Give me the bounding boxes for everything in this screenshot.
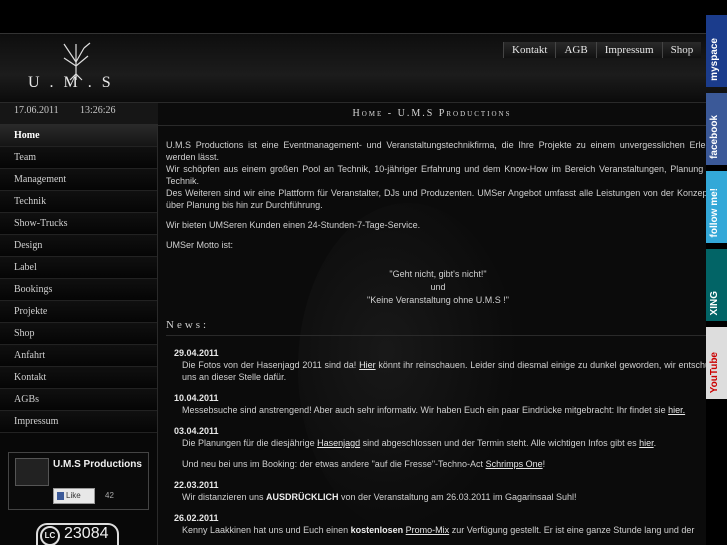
- logo-text: U.M.S: [28, 74, 121, 91]
- news-heading: News:: [166, 319, 210, 331]
- motto-line: "Geht nicht, gibt's nicht!": [389, 269, 487, 279]
- myspace-badge[interactable]: myspace: [706, 15, 727, 87]
- news-list: 29.04.2011 Die Fotos von der Hasenjagd 2…: [174, 347, 706, 545]
- news-emphasis: AUSDRÜCKLICH: [266, 492, 339, 502]
- counter-number: 23084: [64, 525, 109, 542]
- sidebar-item-agbs[interactable]: AGBs: [0, 389, 157, 411]
- news-date: 10.04.2011: [174, 393, 219, 403]
- thumbs-up-icon: [57, 492, 64, 500]
- sidebar-item-shop[interactable]: Shop: [0, 323, 157, 345]
- sidebar-item-projekte[interactable]: Projekte: [0, 301, 157, 323]
- xing-label: XING: [709, 290, 720, 315]
- sidebar-item-management[interactable]: Management: [0, 169, 157, 191]
- twitter-badge[interactable]: follow me!: [706, 171, 727, 243]
- sidebar-item-design[interactable]: Design: [0, 235, 157, 257]
- sidebar-item-impressum[interactable]: Impressum: [0, 411, 157, 433]
- news-link[interactable]: Hasenjagd: [317, 438, 360, 448]
- youtube-badge[interactable]: YouTube: [706, 327, 727, 399]
- sidebar-item-label[interactable]: Label: [0, 257, 157, 279]
- news-text: Wir distanzieren uns: [182, 492, 267, 502]
- current-time: 13:26:26: [80, 105, 116, 116]
- news-link[interactable]: hier: [639, 438, 654, 448]
- news-date: 22.03.2011: [174, 480, 219, 490]
- counter-logo: LC: [40, 526, 60, 545]
- motto-line: und: [430, 282, 446, 292]
- date-bar: 17.06.2011 13:26:26: [0, 103, 158, 125]
- motto-line: "Keine Veranstaltung ohne U.M.S !": [367, 295, 509, 305]
- intro-text: U.M.S Productions ist eine Eventmanageme…: [166, 139, 706, 259]
- news-link[interactable]: Promo-Mix: [406, 525, 450, 535]
- sidebar-item-show-trucks[interactable]: Show-Trucks: [0, 213, 157, 235]
- news-date: 03.04.2011: [174, 426, 219, 436]
- like-label: Like: [66, 491, 81, 500]
- news-entry: Und neu bei uns im Booking: der etwas an…: [174, 458, 706, 470]
- topnav-agb[interactable]: AGB: [555, 42, 596, 58]
- main-content: Home - U.M.S Productions U.M.S Productio…: [158, 103, 706, 545]
- motto: "Geht nicht, gibt's nicht!" und "Keine V…: [158, 268, 706, 307]
- news-date: 29.04.2011: [174, 348, 219, 358]
- facebook-page-name[interactable]: U.M.S Productions: [53, 459, 143, 471]
- page-title: Home - U.M.S Productions: [352, 108, 512, 119]
- news-emphasis: kostenlosen: [350, 525, 404, 535]
- sidebar-item-technik[interactable]: Technik: [0, 191, 157, 213]
- divider: [158, 125, 706, 126]
- news-text: .: [653, 438, 657, 448]
- sidebar-item-team[interactable]: Team: [0, 147, 157, 169]
- news-date: 26.02.2011: [174, 513, 219, 523]
- intro-paragraph: UMSer Motto ist:: [166, 240, 234, 250]
- youtube-label: YouTube: [709, 351, 720, 393]
- news-text: Und neu bei uns im Booking: der etwas an…: [182, 459, 486, 469]
- news-text: Kenny Laakkinen hat uns und Euch einen: [182, 525, 351, 535]
- news-entry: 22.03.2011 Wir distanzieren uns AUSDRÜCK…: [174, 479, 706, 503]
- news-text: sind abgeschlossen und der Termin steht.…: [360, 438, 640, 448]
- top-navigation: Kontakt AGB Impressum Shop: [503, 42, 702, 58]
- topnav-kontakt[interactable]: Kontakt: [503, 42, 556, 58]
- divider: [166, 335, 706, 336]
- news-text: Messebsuche sind anstrengend! Aber auch …: [182, 405, 669, 415]
- page-thumbnail[interactable]: [15, 458, 49, 486]
- twitter-label: follow me!: [709, 187, 720, 237]
- sidebar-item-kontakt[interactable]: Kontakt: [0, 367, 157, 389]
- news-entry: 26.02.2011 Kenny Laakkinen hat uns und E…: [174, 512, 706, 536]
- current-date: 17.06.2011: [14, 105, 59, 116]
- visitor-counter[interactable]: LC 23084: [36, 523, 119, 545]
- intro-paragraph: Wir schöpfen aus einem großen Pool an Te…: [166, 164, 706, 186]
- news-link[interactable]: Hier: [359, 360, 376, 370]
- like-count: 42: [105, 491, 114, 500]
- intro-paragraph: Wir bieten UMSeren Kunden einen 24-Stund…: [166, 220, 421, 230]
- sidebar-item-home[interactable]: Home: [0, 125, 157, 147]
- news-text: Die Fotos von der Hasenjagd 2011 sind da…: [182, 360, 360, 370]
- news-text: von der Veranstaltung am 26.03.2011 im G…: [338, 492, 577, 502]
- xing-badge[interactable]: XING: [706, 249, 727, 321]
- news-link[interactable]: Schrimps One: [486, 459, 543, 469]
- facebook-like-box: U.M.S Productions Like 42: [8, 452, 149, 510]
- news-entry: 29.04.2011 Die Fotos von der Hasenjagd 2…: [174, 347, 706, 383]
- sidebar-item-anfahrt[interactable]: Anfahrt: [0, 345, 157, 367]
- news-text: !: [542, 459, 546, 469]
- topnav-impressum[interactable]: Impressum: [595, 42, 662, 58]
- facebook-label: facebook: [709, 115, 720, 159]
- sidebar-item-bookings[interactable]: Bookings: [0, 279, 157, 301]
- news-entry: 03.04.2011 Die Planungen für die diesjäh…: [174, 425, 706, 449]
- like-button[interactable]: Like: [53, 488, 95, 504]
- intro-paragraph: Des Weiteren sind wir eine Plattform für…: [166, 188, 706, 210]
- facebook-badge[interactable]: facebook: [706, 93, 727, 165]
- news-text: Die Planungen für die diesjährige: [182, 438, 318, 448]
- news-link[interactable]: hier.: [668, 405, 685, 415]
- news-text: zur Verfügung gestellt. Er ist eine ganz…: [449, 525, 695, 535]
- news-entry: 10.04.2011 Messebsuche sind anstrengend!…: [174, 392, 706, 416]
- topnav-shop[interactable]: Shop: [661, 42, 702, 58]
- myspace-label: myspace: [709, 38, 720, 81]
- intro-paragraph: U.M.S Productions ist eine Eventmanageme…: [166, 140, 706, 162]
